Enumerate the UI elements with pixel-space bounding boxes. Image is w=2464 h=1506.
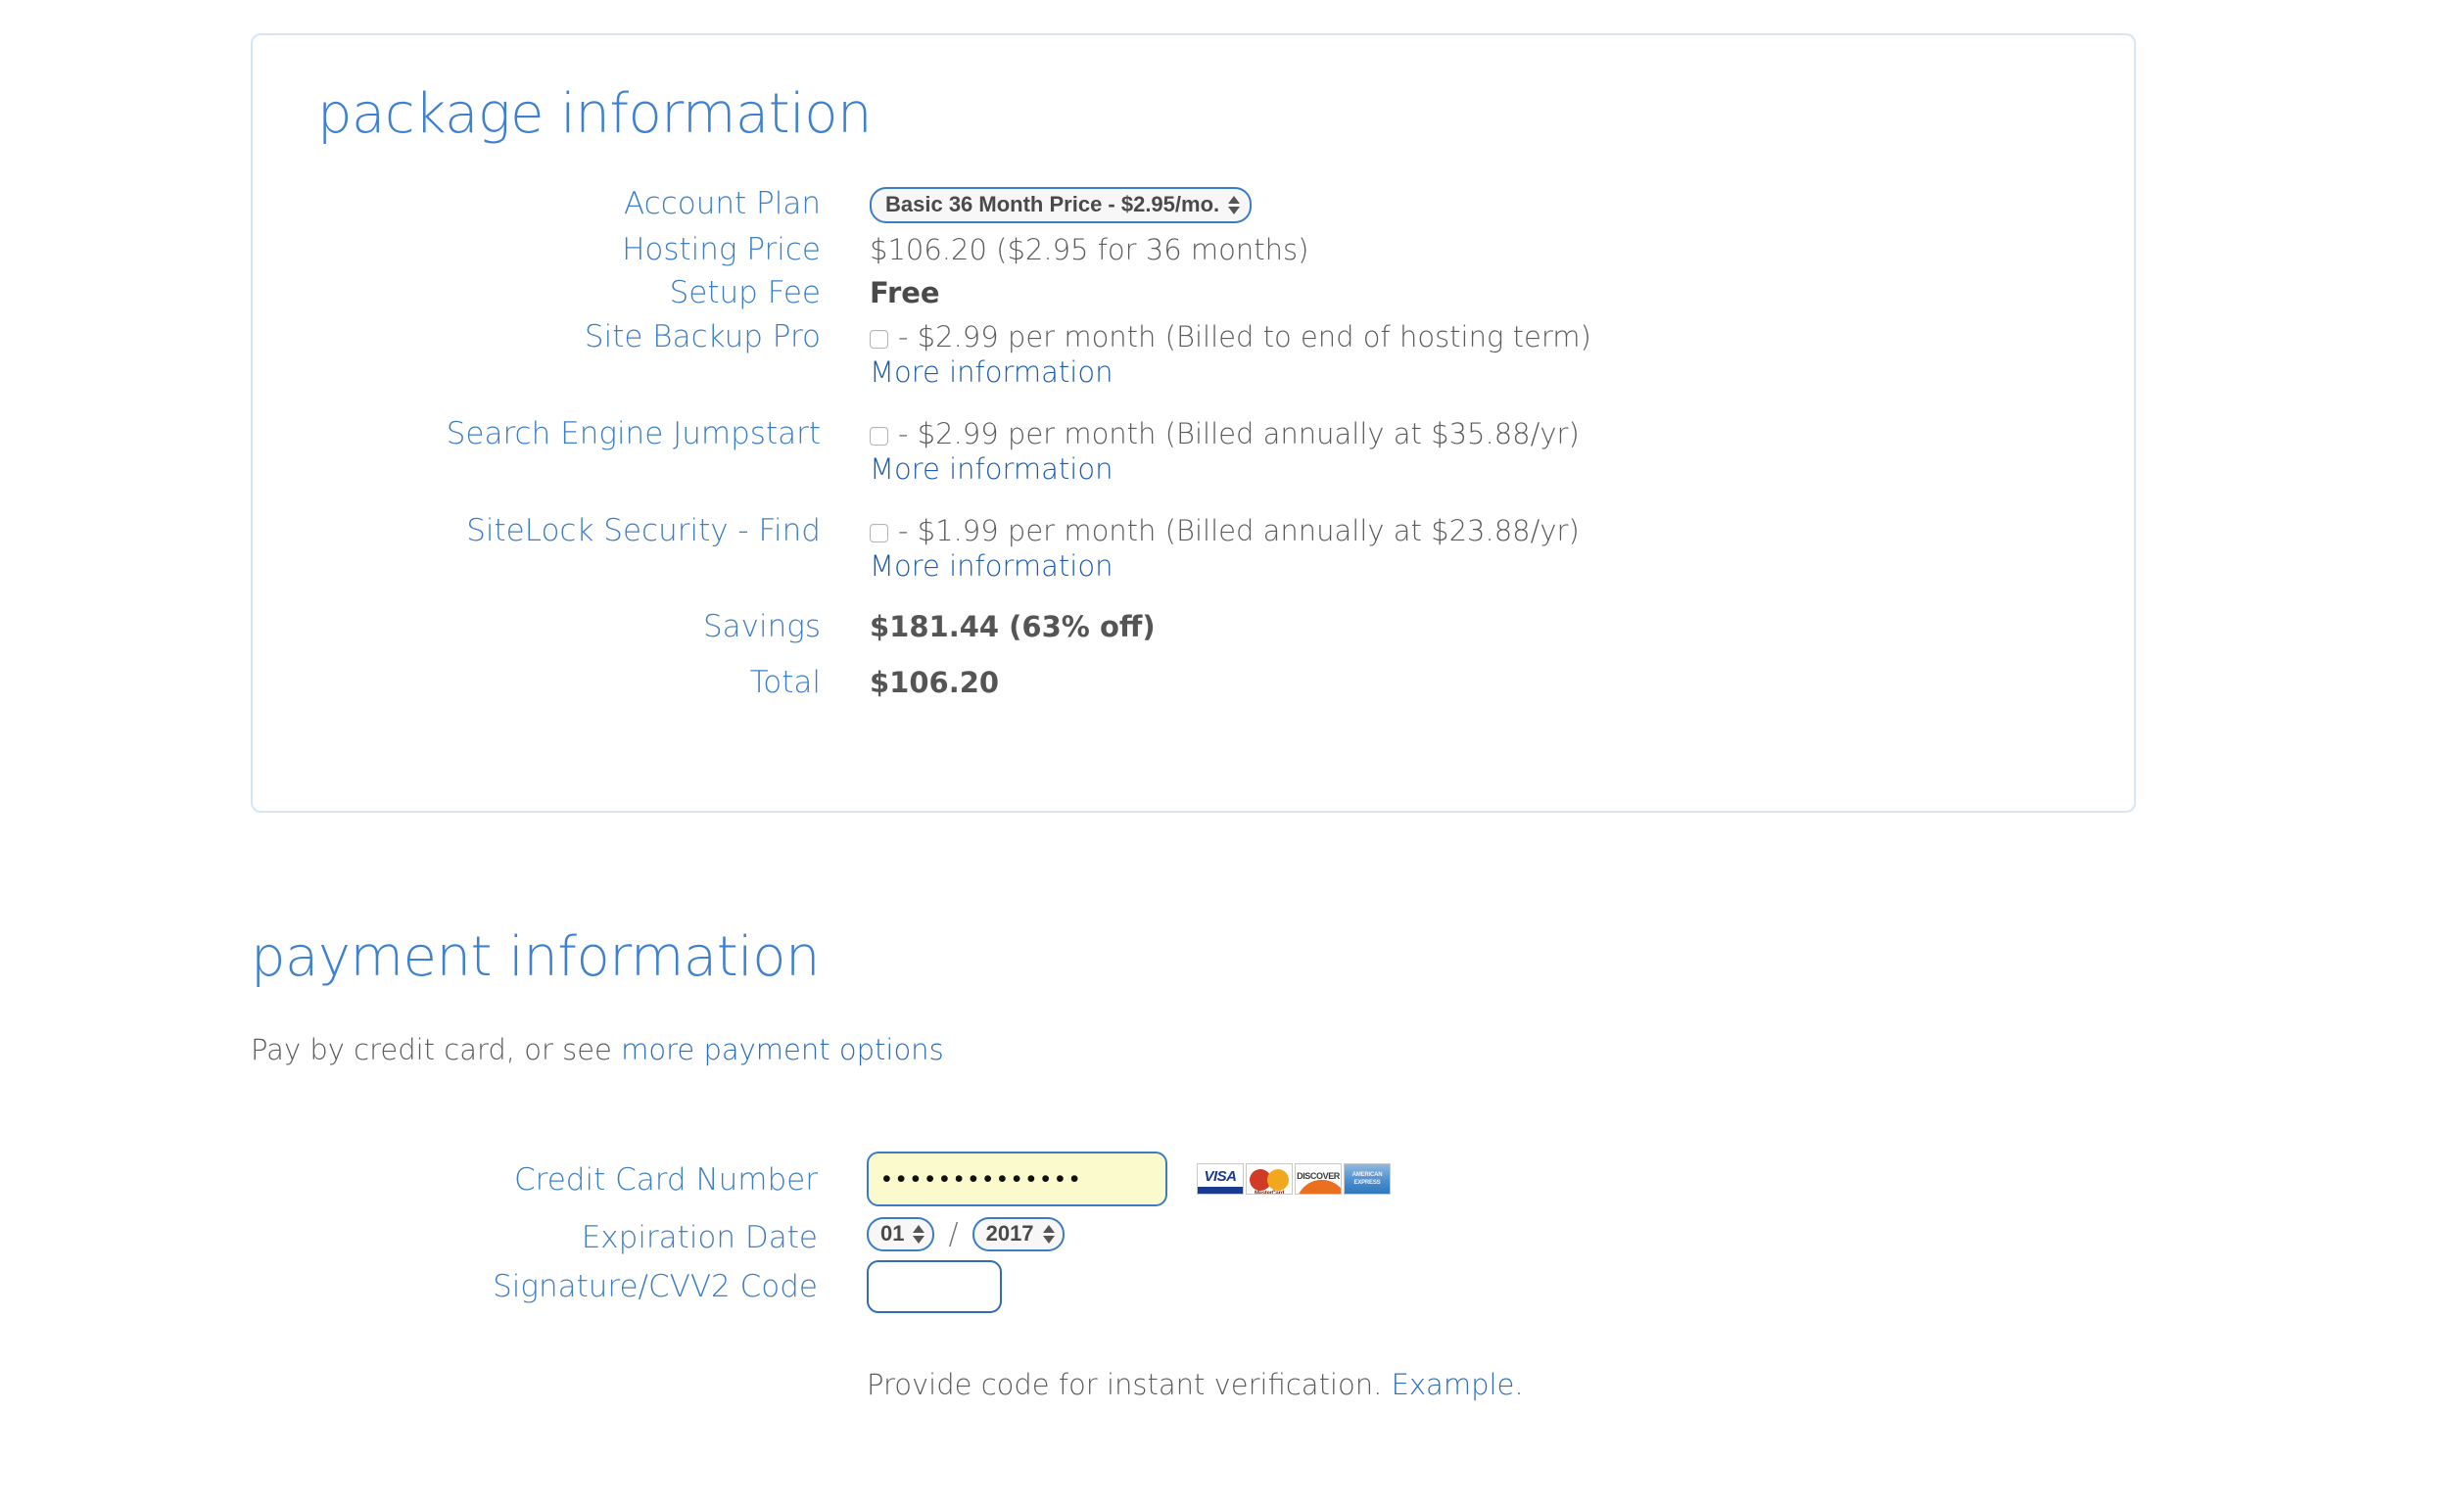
row-expiration-date: Expiration Date 01 / 2017: [0, 1221, 2464, 1254]
account-plan-select[interactable]: Basic 36 Month Price - $2.95/mo.: [870, 187, 1252, 223]
label-search-engine-jumpstart: Search Engine Jumpstart: [253, 417, 821, 450]
amex-logo-line1: AMERICAN: [1352, 1172, 1383, 1178]
checkbox-search-engine-jumpstart[interactable]: [870, 427, 888, 446]
select-arrows-icon: [913, 1225, 924, 1244]
payment-rows: Credit Card Number •••••••••••••• VISA M…: [0, 1163, 2464, 1313]
label-hosting-price: Hosting Price: [253, 233, 821, 266]
label-total: Total: [253, 666, 821, 699]
text-site-backup-pro: - $2.99 per month (Billed to end of host…: [898, 320, 1591, 353]
cvv-help-suffix: .: [1514, 1368, 1523, 1401]
payment-note-prefix: Pay by credit card, or see: [251, 1033, 621, 1066]
accepted-card-logos: VISA MasterCard DISCOVER AMERICAN EXPRES…: [1197, 1161, 1393, 1197]
label-cvv-code: Signature/CVV2 Code: [0, 1270, 818, 1303]
label-credit-card-number: Credit Card Number: [0, 1163, 818, 1197]
row-sitelock-security: SiteLock Security - Find - $1.99 per mon…: [253, 514, 2134, 547]
row-hosting-price: Hosting Price $106.20 ($2.95 for 36 mont…: [253, 233, 2134, 266]
value-search-engine-jumpstart: - $2.99 per month (Billed annually at $3…: [870, 417, 1580, 450]
expiration-year-value: 2017: [986, 1221, 1034, 1247]
row-site-backup-pro: Site Backup Pro - $2.99 per month (Bille…: [253, 320, 2134, 353]
package-information-panel: package information Account Plan Basic 3…: [251, 33, 2136, 813]
value-total: $106.20: [870, 666, 999, 699]
row-setup-fee: Setup Fee Free: [253, 276, 2134, 309]
more-information-sitelock-security[interactable]: More information: [870, 549, 2134, 583]
label-expiration-date: Expiration Date: [0, 1221, 818, 1254]
more-information-search-engine-jumpstart[interactable]: More information: [870, 452, 2134, 486]
row-total: Total $106.20: [253, 666, 2134, 699]
value-setup-fee: Free: [870, 276, 940, 309]
account-plan-select-value: Basic 36 Month Price - $2.95/mo.: [885, 192, 1219, 217]
select-arrows-icon: [1228, 196, 1240, 214]
value-expiration-date: 01 / 2017: [867, 1217, 1065, 1251]
mastercard-logo-icon: MasterCard: [1246, 1163, 1293, 1195]
mastercard-logo-text: MasterCard: [1255, 1177, 1284, 1195]
amex-logo-line2: EXPRESS: [1354, 1180, 1381, 1186]
cvv-help-note: Provide code for instant verification. E…: [867, 1368, 1524, 1401]
value-cvv-code: [867, 1260, 1002, 1313]
row-savings: Savings $181.44 (63% off): [253, 610, 2134, 643]
value-savings: $181.44 (63% off): [870, 610, 1156, 643]
text-search-engine-jumpstart: - $2.99 per month (Billed annually at $3…: [898, 417, 1580, 450]
expiration-separator: /: [948, 1218, 958, 1251]
package-rows: Account Plan Basic 36 Month Price - $2.9…: [253, 187, 2134, 699]
value-credit-card-number: •••••••••••••• VISA MasterCard DISCOVER: [867, 1152, 1393, 1206]
row-credit-card-number: Credit Card Number •••••••••••••• VISA M…: [0, 1163, 2464, 1206]
checkbox-site-backup-pro[interactable]: [870, 330, 888, 349]
checkbox-sitelock-security[interactable]: [870, 524, 888, 542]
label-sitelock-security: SiteLock Security - Find: [253, 514, 821, 547]
cvv-input[interactable]: [867, 1260, 1002, 1313]
more-payment-options-link[interactable]: more payment options: [621, 1033, 944, 1066]
row-search-engine-jumpstart: Search Engine Jumpstart - $2.99 per mont…: [253, 417, 2134, 450]
cvv-help-prefix: Provide code for instant verification.: [867, 1368, 1392, 1401]
label-account-plan: Account Plan: [253, 187, 821, 220]
expiration-year-select[interactable]: 2017: [972, 1217, 1065, 1251]
amex-logo-text: AMERICAN EXPRESS: [1352, 1171, 1383, 1187]
select-arrows-icon: [1043, 1225, 1055, 1244]
discover-logo-text: DISCOVER: [1297, 1163, 1340, 1193]
payment-note: Pay by credit card, or see more payment …: [251, 1033, 944, 1066]
label-savings: Savings: [253, 610, 821, 643]
amex-logo-icon: AMERICAN EXPRESS: [1344, 1163, 1391, 1195]
value-site-backup-pro: - $2.99 per month (Billed to end of host…: [870, 320, 1591, 353]
value-hosting-price: $106.20 ($2.95 for 36 months): [870, 233, 1308, 266]
package-information-title: package information: [317, 82, 872, 146]
value-account-plan: Basic 36 Month Price - $2.95/mo.: [870, 187, 1252, 223]
row-account-plan: Account Plan Basic 36 Month Price - $2.9…: [253, 187, 2134, 223]
credit-card-number-value: ••••••••••••••: [882, 1162, 1085, 1196]
discover-logo-icon: DISCOVER: [1295, 1163, 1342, 1195]
more-information-site-backup-pro[interactable]: More information: [870, 355, 2134, 389]
expiration-month-value: 01: [880, 1221, 904, 1247]
visa-logo-icon: VISA: [1197, 1163, 1244, 1195]
cvv-example-link[interactable]: Example: [1392, 1368, 1515, 1401]
value-sitelock-security: - $1.99 per month (Billed annually at $2…: [870, 514, 1580, 547]
label-setup-fee: Setup Fee: [253, 276, 821, 309]
payment-information-title: payment information: [251, 925, 820, 989]
row-cvv-code: Signature/CVV2 Code: [0, 1270, 2464, 1313]
expiration-month-select[interactable]: 01: [867, 1217, 934, 1251]
text-sitelock-security: - $1.99 per month (Billed annually at $2…: [898, 514, 1580, 547]
credit-card-number-input[interactable]: ••••••••••••••: [867, 1152, 1167, 1206]
label-site-backup-pro: Site Backup Pro: [253, 320, 821, 353]
